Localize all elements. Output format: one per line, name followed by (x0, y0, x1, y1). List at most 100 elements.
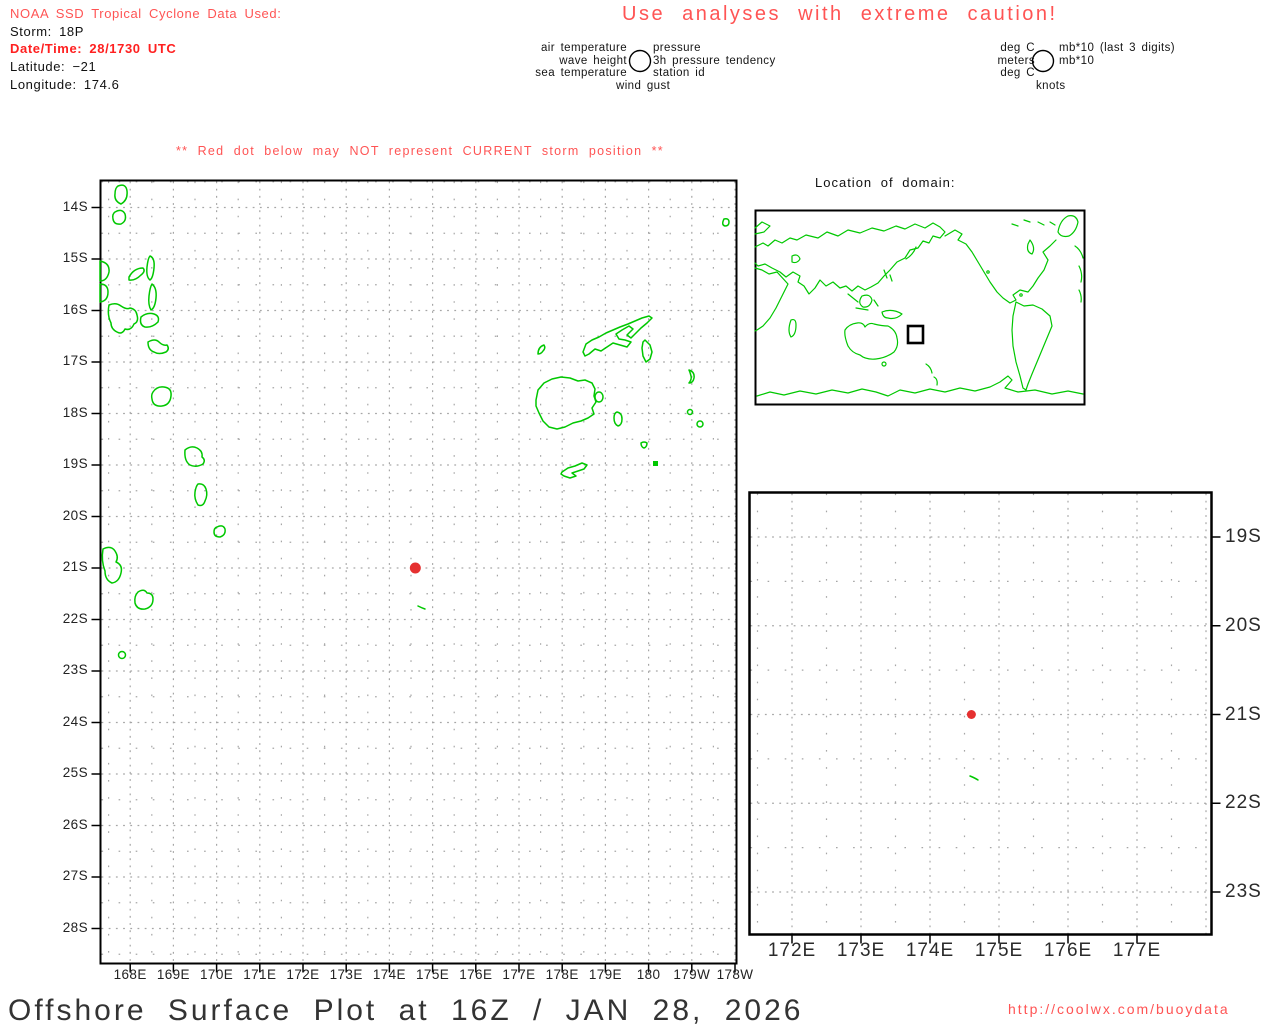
storm-id-line: Storm: 18P (10, 24, 85, 39)
main-map-lon-tick-label: 179E (588, 967, 622, 982)
plot-title: Offshore Surface Plot at 16Z / JAN 28, 2… (8, 994, 804, 1024)
legend-units-meters-label: meters (997, 54, 1035, 67)
inset-map-lat-tick-label: 21S (1225, 703, 1262, 725)
main-map-lon-tick-label: 177E (502, 967, 536, 982)
island-outline (148, 283, 157, 311)
offshore-surface-plot-page: NOAA SSD Tropical Cyclone Data Used: Sto… (0, 0, 1280, 1024)
main-map-lat-tick-label: 18S (62, 404, 88, 420)
legend-units-degc-sea-label: deg C (1000, 67, 1035, 79)
inset-map-gridlines (750, 493, 1221, 944)
domain-map-title: Location of domain: (815, 175, 956, 190)
inset-map-lon-tick-label: 177E (1112, 940, 1162, 961)
inset-map-lon-tick-label: 173E (836, 940, 886, 961)
inset-map-lat-tick-label: 22S (1225, 792, 1262, 814)
main-map-lat-tick-label: 17S (62, 353, 88, 368)
main-map-lat-tick-label: 25S (62, 765, 88, 780)
island-outline (128, 267, 145, 281)
main-map-lat-tick-label: 20S (62, 507, 88, 523)
legend-air-temperature-label: air temperature (541, 42, 627, 54)
main-map-lat-tick-label: 19S (62, 456, 88, 471)
inset-map-lon-tick-label: 175E (974, 940, 1024, 961)
fiji-coastline (417, 218, 730, 610)
domain-location-rectangle (906, 324, 925, 345)
main-map-lat-tick-label: 21S (62, 559, 88, 574)
main-map-lon-tick-label: 178E (545, 967, 579, 982)
main-map-lon-tick-label: 173E (329, 967, 363, 982)
islet-dash (417, 605, 426, 610)
main-map-lon-tick-label: 171E (243, 967, 277, 982)
islet-dash (969, 775, 979, 781)
legend-units-knots-label: knots (1036, 79, 1066, 92)
island-outline (147, 339, 170, 355)
island-outline (194, 483, 208, 507)
inset-map-lon-tick-label: 172E (767, 940, 817, 961)
taveuni-outline (641, 339, 653, 363)
main-map-lat-tick-label: 23S (62, 662, 88, 677)
island-outline (139, 312, 160, 328)
main-map-lon-tick-label: 175E (416, 967, 450, 982)
island-outline (613, 411, 623, 427)
legend-units-mb10-label: mb*10 (1059, 54, 1095, 67)
island-outline (594, 391, 604, 403)
main-map-lat-tick-label: 27S (62, 868, 88, 883)
main-map-lon-tick-label: 179W (673, 967, 711, 982)
legend-units-degc-air-label: deg C (1000, 42, 1035, 54)
island-outline (101, 546, 123, 584)
inset-islands (969, 775, 979, 781)
main-map-lat-tick-label: 24S (62, 713, 88, 729)
inset-map-lat-tick-label: 19S (1225, 526, 1262, 547)
storm-datetime-line: Date/Time: 28/1730 UTC (10, 41, 177, 56)
data-source-line: NOAA SSD Tropical Cyclone Data Used: (10, 6, 282, 21)
island-dot (653, 461, 658, 466)
main-map-lon-tick-label: 172E (286, 967, 320, 982)
viti-levu-outline (535, 376, 597, 430)
island-outline (686, 408, 694, 416)
inset-map-lat-tick-label: 20S (1225, 614, 1262, 636)
main-map-lon-tick-label: 169E (156, 967, 190, 982)
island-outline (688, 369, 695, 384)
main-map-lon-tick-label: 174E (372, 967, 406, 982)
island-outline (537, 344, 546, 355)
main-map-lon-tick-label: 176E (459, 967, 493, 982)
inset-map-lon-tick-label: 176E (1043, 940, 1093, 961)
island-outline (114, 184, 128, 205)
storm-longitude-line: Longitude: 174.6 (10, 77, 120, 92)
island-outline (213, 525, 226, 538)
caution-banner: Use analyses with extreme caution! (622, 3, 1058, 25)
main-map-lat-tick-label: 14S (62, 198, 88, 214)
main-map-lon-tick-label: 178W (716, 967, 754, 982)
legend-wind-gust-label: wind gust (616, 79, 671, 92)
main-map-lat-tick-label: 16S (62, 301, 88, 317)
legend-station-id-label: station id (653, 67, 706, 79)
legend-sea-temperature-label: sea temperature (535, 67, 627, 79)
island-outline (696, 420, 704, 428)
main-map-gridlines (91, 181, 736, 973)
storm-position-dot (409, 562, 421, 574)
island-outline (146, 255, 155, 281)
main-map-lon-tick-label: 168E (113, 967, 147, 982)
vanuatu-coastline (99, 184, 226, 660)
legend-wave-height-label: wave height (559, 54, 627, 67)
station-model-units-circle-icon (1031, 49, 1055, 73)
inset-map-border (748, 491, 1213, 936)
storm-position-dot-inset (966, 710, 976, 719)
island-outline (134, 589, 154, 610)
inset-map-lon-tick-label: 174E (905, 940, 955, 961)
main-map-lon-tick-label: 170E (200, 967, 234, 982)
main-map-lat-tick-label: 26S (62, 816, 88, 832)
island-outline (640, 441, 648, 449)
island-outline (107, 302, 139, 334)
main-map-lat-tick-label: 15S (62, 250, 88, 265)
legend-units-mb10-last3-label: mb*10 (last 3 digits) (1059, 42, 1176, 54)
island-outline (117, 650, 127, 660)
island-outline (112, 209, 127, 225)
island-outline (721, 218, 730, 227)
legend-pressure-label: pressure (653, 42, 701, 54)
main-map-lat-tick-label: 28S (62, 919, 88, 935)
source-url[interactable]: http://coolwx.com/buoydata (1008, 1001, 1230, 1017)
world-map (754, 209, 1086, 406)
kadavu-outline (560, 462, 588, 479)
inset-map-lat-tick-label: 23S (1225, 881, 1262, 902)
station-model-circle-icon (628, 49, 652, 73)
storm-latitude-line: Latitude: −21 (10, 59, 97, 74)
